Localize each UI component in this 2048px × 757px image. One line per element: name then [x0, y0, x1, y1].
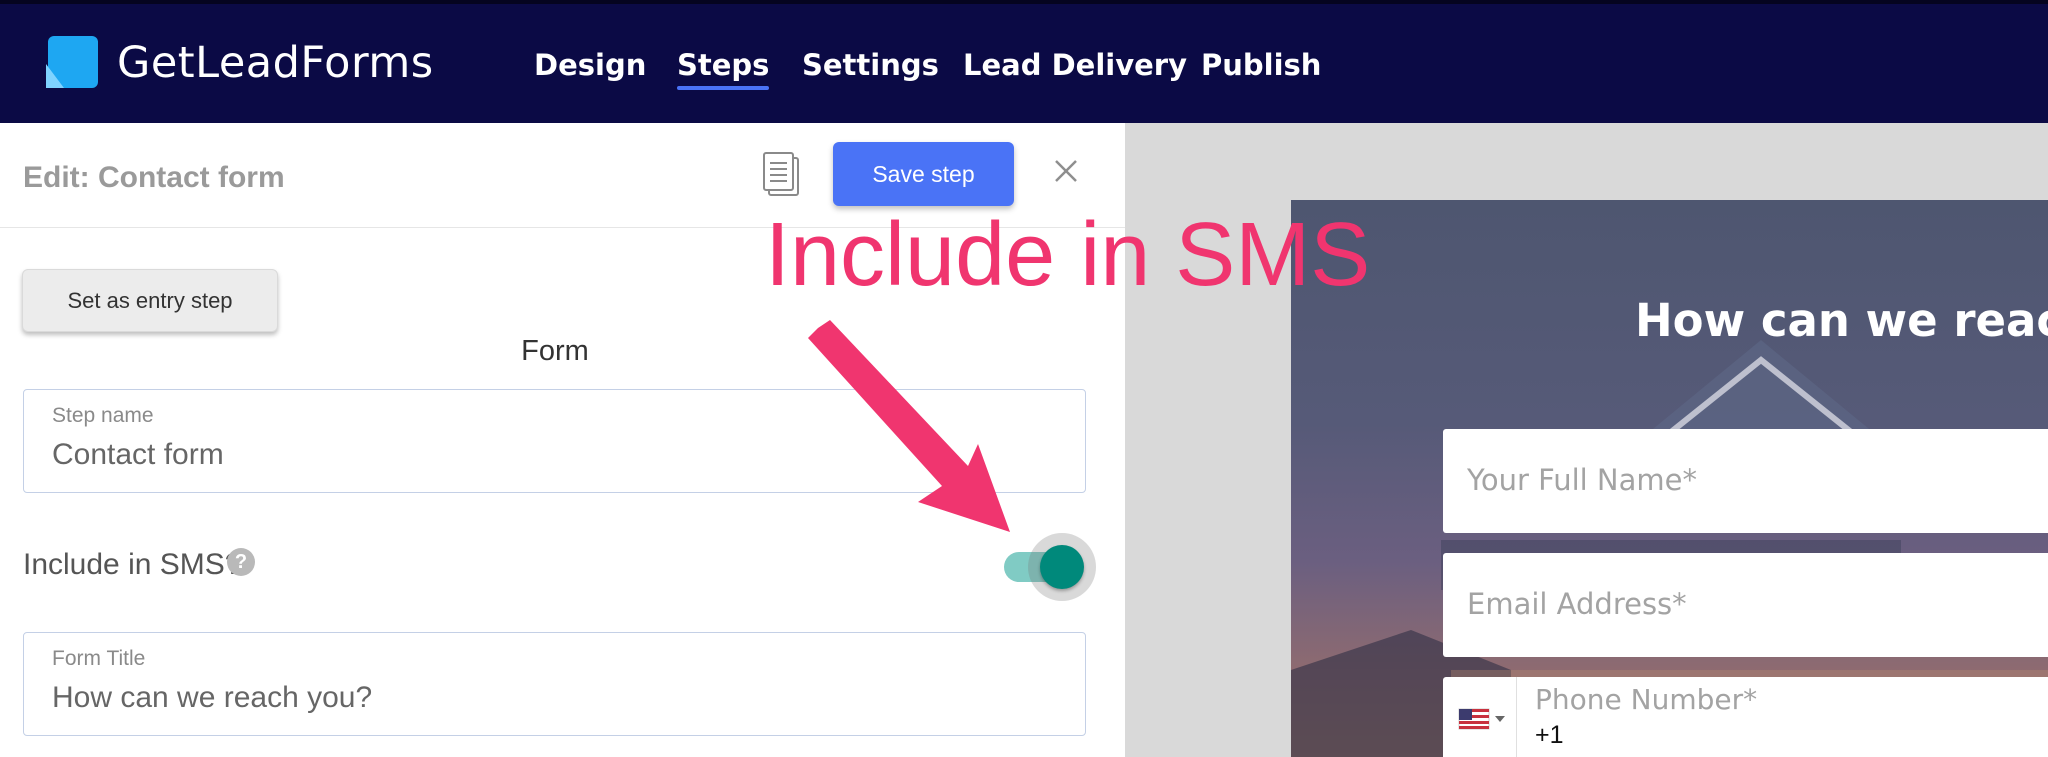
top-nav: GetLeadForms Design Steps Settings Lead …	[0, 0, 2048, 123]
country-selector[interactable]	[1443, 677, 1517, 757]
email-input[interactable]: Email Address*	[1443, 553, 2048, 657]
page: GetLeadForms Design Steps Settings Lead …	[0, 0, 2048, 757]
brand-name[interactable]: GetLeadForms	[117, 38, 434, 88]
form-title-field[interactable]: Form Title	[23, 632, 1086, 736]
preview-form-title: How can we reach	[1635, 294, 2048, 347]
form-preview: How can we reach Your Full Name* Email A…	[1291, 200, 2048, 757]
editor-title: Edit: Contact form	[23, 161, 285, 194]
form-title-label: Form Title	[52, 647, 146, 670]
form-title-input[interactable]	[52, 681, 1052, 715]
annotation-label: Include in SMS	[765, 205, 1371, 305]
help-icon[interactable]: ?	[227, 548, 255, 576]
nav-publish[interactable]: Publish	[1201, 48, 1321, 82]
nav-steps[interactable]: Steps	[677, 48, 770, 90]
include-sms-label: Include in SMS?	[23, 548, 242, 581]
logo-icon	[46, 36, 98, 88]
step-name-label: Step name	[52, 404, 154, 427]
nav-lead-delivery[interactable]: Lead Delivery	[963, 48, 1187, 82]
nav-design[interactable]: Design	[534, 48, 646, 82]
annotation-arrow-icon	[808, 320, 1010, 532]
toggle-thumb[interactable]	[1040, 545, 1084, 589]
save-step-button[interactable]: Save step	[833, 142, 1014, 206]
include-sms-toggle[interactable]	[1000, 533, 1096, 601]
phone-input[interactable]: Phone Number* +1	[1443, 677, 2048, 757]
full-name-placeholder: Your Full Name*	[1467, 463, 1697, 497]
us-flag-icon	[1458, 708, 1505, 730]
phone-placeholder: Phone Number*	[1535, 683, 1758, 716]
close-icon[interactable]	[1052, 157, 1080, 185]
phone-value: +1	[1535, 721, 1564, 749]
email-placeholder: Email Address*	[1467, 587, 1687, 621]
document-icon[interactable]	[762, 151, 800, 197]
set-entry-step-button[interactable]: Set as entry step	[22, 269, 278, 332]
full-name-input[interactable]: Your Full Name*	[1443, 429, 2048, 533]
nav-settings[interactable]: Settings	[802, 48, 939, 82]
